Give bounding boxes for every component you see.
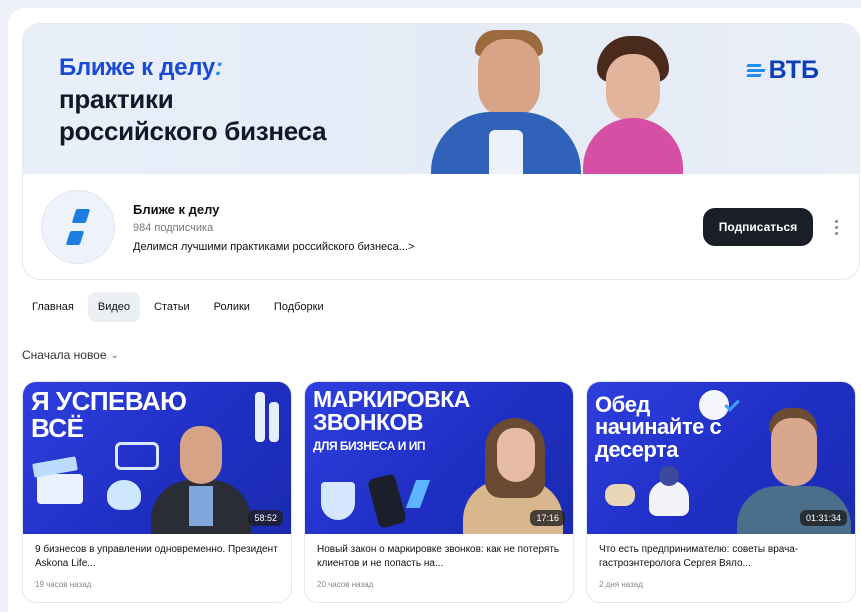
video-age: 20 часов назад [317,580,374,589]
video-title[interactable]: 9 бизнесов в управлении одновременно. Пр… [35,543,283,571]
video-card[interactable]: Обед начинайте с десерта 01:31:34 Что ес… [586,381,856,603]
vtb-logo: ВТБ [746,56,819,85]
sort-label: Сначала новое [22,348,107,362]
banner-man-shirt [489,130,523,174]
banner-subtitle-line1: практики [59,84,174,114]
speaker-face [771,418,817,486]
chevron-down-icon: ⌄ [110,349,119,361]
video-duration: 58:52 [248,510,283,526]
phone-icon [367,473,407,529]
channel-name[interactable]: Ближе к делу [133,202,219,217]
factory-chimney-illustration [255,392,265,442]
page: Ближе к делу: практики российского бизне… [8,8,861,612]
sort-dropdown[interactable]: Сначала новое ⌄ [22,348,119,362]
subscribe-button[interactable]: Подписаться [703,208,813,246]
channel-avatar[interactable] [41,190,115,264]
speaker-face [180,426,222,484]
tab-video[interactable]: Видео [87,292,141,322]
video-thumbnail[interactable]: Обед начинайте с десерта 01:31:34 [587,382,855,534]
blueberry-illustration [659,466,679,486]
channel-info: Ближе к делу 984 подписчика Делимся лучш… [23,174,859,279]
more-options-icon[interactable] [829,214,843,240]
vtb-logo-text: ВТБ [768,56,819,84]
speaker-face [497,428,535,482]
video-title[interactable]: Новый закон о маркировке звонков: как не… [317,543,565,571]
banner-title-colon: : [214,54,223,81]
banner-title-text: Ближе к делу [59,54,215,81]
thumbnail-subtitle: ДЛЯ БИЗНЕСА И ИП [313,439,425,453]
avatar-logo-mark-top [71,209,91,223]
video-age: 19 часов назад [35,580,92,589]
lightning-icon [405,480,431,508]
tab-main[interactable]: Главная [22,292,84,322]
video-thumbnail[interactable]: Я УСПЕВАЮ ВСЁ 58:52 [23,382,291,534]
channel-banner: Ближе к делу: практики российского бизне… [23,24,859,174]
channel-card: Ближе к делу: практики российского бизне… [22,23,860,280]
video-duration: 01:31:34 [799,510,847,526]
factory-chimney-illustration [269,402,279,442]
video-title[interactable]: Что есть предпринимателю: советы врача-г… [599,543,847,571]
subscriber-count: 984 подписчика [133,222,214,234]
channel-tabs: Главная Видео Статьи Ролики Подборки [22,292,334,322]
golf-cart-illustration [115,442,159,470]
video-card[interactable]: МАРКИРОВКА ЗВОНКОВ ДЛЯ БИЗНЕСА И ИП 17:1… [304,381,574,603]
shield-icon [321,482,355,520]
video-age: 2 дня назад [599,580,643,589]
video-duration: 17:16 [530,510,565,526]
tab-shorts[interactable]: Ролики [204,292,260,322]
speaker-shirt [189,486,213,526]
tab-articles[interactable]: Статьи [144,292,200,322]
channel-description[interactable]: Делимся лучшими практиками российского б… [133,241,414,253]
heart-icon [107,480,141,510]
books-illustration [37,474,83,504]
avatar-logo-mark-bottom [65,231,85,245]
banner-subtitle-line2: российского бизнеса [59,116,327,146]
banner-woman-face [606,54,660,122]
tab-collections[interactable]: Подборки [264,292,334,322]
vtb-stripes-icon [746,64,766,77]
video-thumbnail[interactable]: МАРКИРОВКА ЗВОНКОВ ДЛЯ БИЗНЕСА И ИП 17:1… [305,382,573,534]
cookie-illustration [605,484,635,506]
video-card[interactable]: Я УСПЕВАЮ ВСЁ 58:52 9 бизнесов в управле… [22,381,292,603]
banner-title: Ближе к делу: [59,54,223,82]
banner-woman-body [583,118,683,174]
banner-man-face [478,39,540,119]
